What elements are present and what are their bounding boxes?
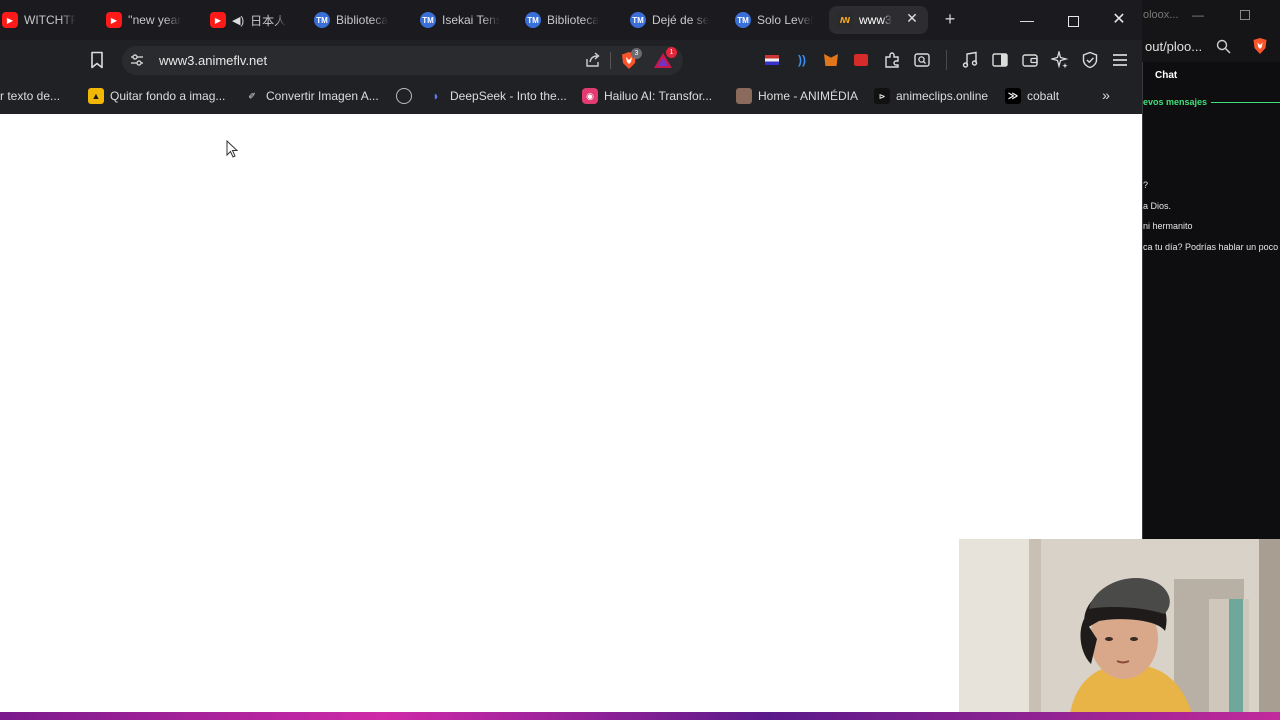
- chat-message: a Dios.: [1143, 201, 1172, 211]
- tab-label: WITCHTR: [24, 13, 76, 27]
- toolbar-divider: [946, 50, 947, 70]
- bookmark-label: Hailuo AI: Transfor...: [604, 89, 713, 103]
- music-note-icon[interactable]: [961, 51, 979, 69]
- bookmark-label: cobalt: [1027, 89, 1060, 103]
- close-window-button[interactable]: ✕: [1109, 10, 1129, 30]
- close-tab-icon[interactable]: ✕: [906, 11, 918, 25]
- speaker-icon[interactable]: ◀): [232, 14, 244, 27]
- tab-witchtr[interactable]: ▶ WITCHTR: [0, 6, 84, 34]
- sidebar-toggle-icon[interactable]: [991, 51, 1009, 69]
- secondary-maximize-button[interactable]: [1240, 10, 1250, 20]
- globe-icon: [396, 88, 412, 104]
- tab-label: Biblioteca: [547, 13, 600, 27]
- secondary-url-text[interactable]: out/ploo...: [1145, 39, 1202, 54]
- new-messages-label: evos mensajes: [1143, 97, 1208, 107]
- bookmark-texto[interactable]: r texto de...: [0, 86, 60, 106]
- tab-japanese[interactable]: ▶ ◀) 日本人: [202, 6, 302, 34]
- wallet-icon[interactable]: [1021, 51, 1039, 69]
- tab-isekai[interactable]: TM Isekai Tens: [412, 6, 512, 34]
- tab-label: ''new year: [128, 13, 182, 27]
- tab-biblioteca-2[interactable]: TM Biblioteca: [517, 6, 617, 34]
- screen: ▶ WITCHTR ▶ ''new year ▶ ◀) 日本人 TM Bibli…: [0, 0, 1280, 720]
- share-icon[interactable]: [585, 52, 601, 68]
- new-tab-button[interactable]: +: [941, 10, 959, 28]
- chat-message: ?: [1143, 180, 1149, 190]
- bookmark-deepseek[interactable]: ◗ DeepSeek - Into the...: [428, 86, 567, 106]
- address-bar-divider: [610, 52, 611, 69]
- tab-solo-leveling[interactable]: TM Solo Level: [727, 6, 827, 34]
- mouse-cursor-icon: [226, 140, 238, 158]
- bookmark-quitar-fondo[interactable]: ▲ Quitar fondo a imag...: [88, 86, 225, 106]
- tab-label: Isekai Tens: [442, 13, 500, 27]
- brave-rewards-badge: 1: [666, 47, 677, 58]
- desktop-wallpaper-strip: [0, 712, 1280, 720]
- url-text[interactable]: www3.animeflv.net: [159, 53, 267, 68]
- extensions-puzzle-icon[interactable]: [883, 51, 901, 69]
- graduation-cap-icon: ▲: [88, 88, 104, 104]
- bookmark-animeclips[interactable]: ⊳ animeclips.online: [874, 86, 988, 106]
- bookmark-globe[interactable]: [396, 86, 418, 106]
- page-search-icon[interactable]: [913, 51, 931, 69]
- tab-new-year[interactable]: ▶ ''new year: [98, 6, 194, 34]
- youtube-icon: ▶: [106, 12, 122, 28]
- bookmark-cobalt[interactable]: ≫ cobalt: [1005, 86, 1059, 106]
- hailuo-icon: ◉: [582, 88, 598, 104]
- youtube-icon: ▶: [210, 12, 226, 28]
- bookmark-label: Convertir Imagen A...: [266, 89, 379, 103]
- bookmark-icon[interactable]: [89, 51, 105, 69]
- chat-title: Chat: [1155, 70, 1178, 81]
- secondary-tab-label[interactable]: oloox...: [1143, 9, 1178, 21]
- red-extension-icon[interactable]: [852, 51, 870, 69]
- animeflv-icon: ꟿ: [837, 12, 853, 28]
- bookmark-animedia[interactable]: Home - ANIMÉDIA: [736, 86, 858, 106]
- wifi-extension-icon[interactable]: )): [793, 51, 811, 69]
- deepseek-icon: ◗: [432, 89, 440, 103]
- bookmark-label: Quitar fondo a imag...: [110, 89, 226, 103]
- leo-ai-sparkle-icon[interactable]: [1051, 51, 1069, 69]
- tab-deje-de-ser[interactable]: TM Dejé de se: [622, 6, 722, 34]
- tab-biblioteca-1[interactable]: TM Biblioteca: [306, 6, 406, 34]
- webcam-person-image: [959, 539, 1280, 720]
- minimize-button[interactable]: —: [1017, 10, 1037, 30]
- hamburger-menu-icon[interactable]: [1111, 51, 1129, 69]
- tab-label: Dejé de se: [652, 13, 710, 27]
- bookmark-label: animeclips.online: [896, 89, 989, 103]
- bookmark-label: DeepSeek - Into the...: [450, 89, 567, 103]
- bookmark-convertir-imagen[interactable]: ✐ Convertir Imagen A...: [244, 86, 379, 106]
- tmo-icon: TM: [314, 12, 330, 28]
- more-bookmarks-chevron-icon[interactable]: »: [1097, 86, 1115, 104]
- youtube-icon: ▶: [2, 12, 18, 28]
- cobalt-icon: ≫: [1005, 88, 1021, 104]
- tmo-icon: TM: [630, 12, 646, 28]
- zoom-search-icon[interactable]: [1216, 39, 1231, 54]
- new-messages-divider: [1211, 102, 1280, 103]
- animeclips-icon: ⊳: [874, 88, 890, 104]
- tmo-icon: TM: [735, 12, 751, 28]
- site-info-icon[interactable]: [130, 53, 144, 67]
- tab-label: 日本人: [250, 13, 287, 28]
- brave-shields-badge: 3: [631, 48, 642, 59]
- tab-label: Biblioteca: [336, 13, 389, 27]
- tmo-icon: TM: [420, 12, 436, 28]
- tmo-icon: TM: [525, 12, 541, 28]
- webcam-overlay: [959, 539, 1280, 720]
- brave-shields-icon[interactable]: [1252, 37, 1268, 55]
- secondary-minimize-button[interactable]: —: [1192, 8, 1204, 22]
- convert-icon: ✐: [248, 90, 256, 101]
- translate-extension-icon[interactable]: [763, 51, 781, 69]
- chat-message: ni hermanito: [1143, 221, 1193, 231]
- bookmark-hailuo[interactable]: ◉ Hailuo AI: Transfor...: [582, 86, 712, 106]
- maximize-button[interactable]: [1063, 10, 1083, 30]
- bookmark-label: r texto de...: [0, 89, 61, 103]
- animedia-icon: [736, 88, 752, 104]
- tab-label: Solo Level: [757, 13, 814, 27]
- bookmark-label: Home - ANIMÉDIA: [758, 89, 859, 103]
- chat-message: ca tu día? Podrías hablar un poco: [1143, 242, 1279, 252]
- tab-label: www3: [859, 13, 892, 27]
- vpn-shield-icon[interactable]: [1081, 51, 1099, 69]
- metamask-fox-icon[interactable]: [822, 51, 840, 69]
